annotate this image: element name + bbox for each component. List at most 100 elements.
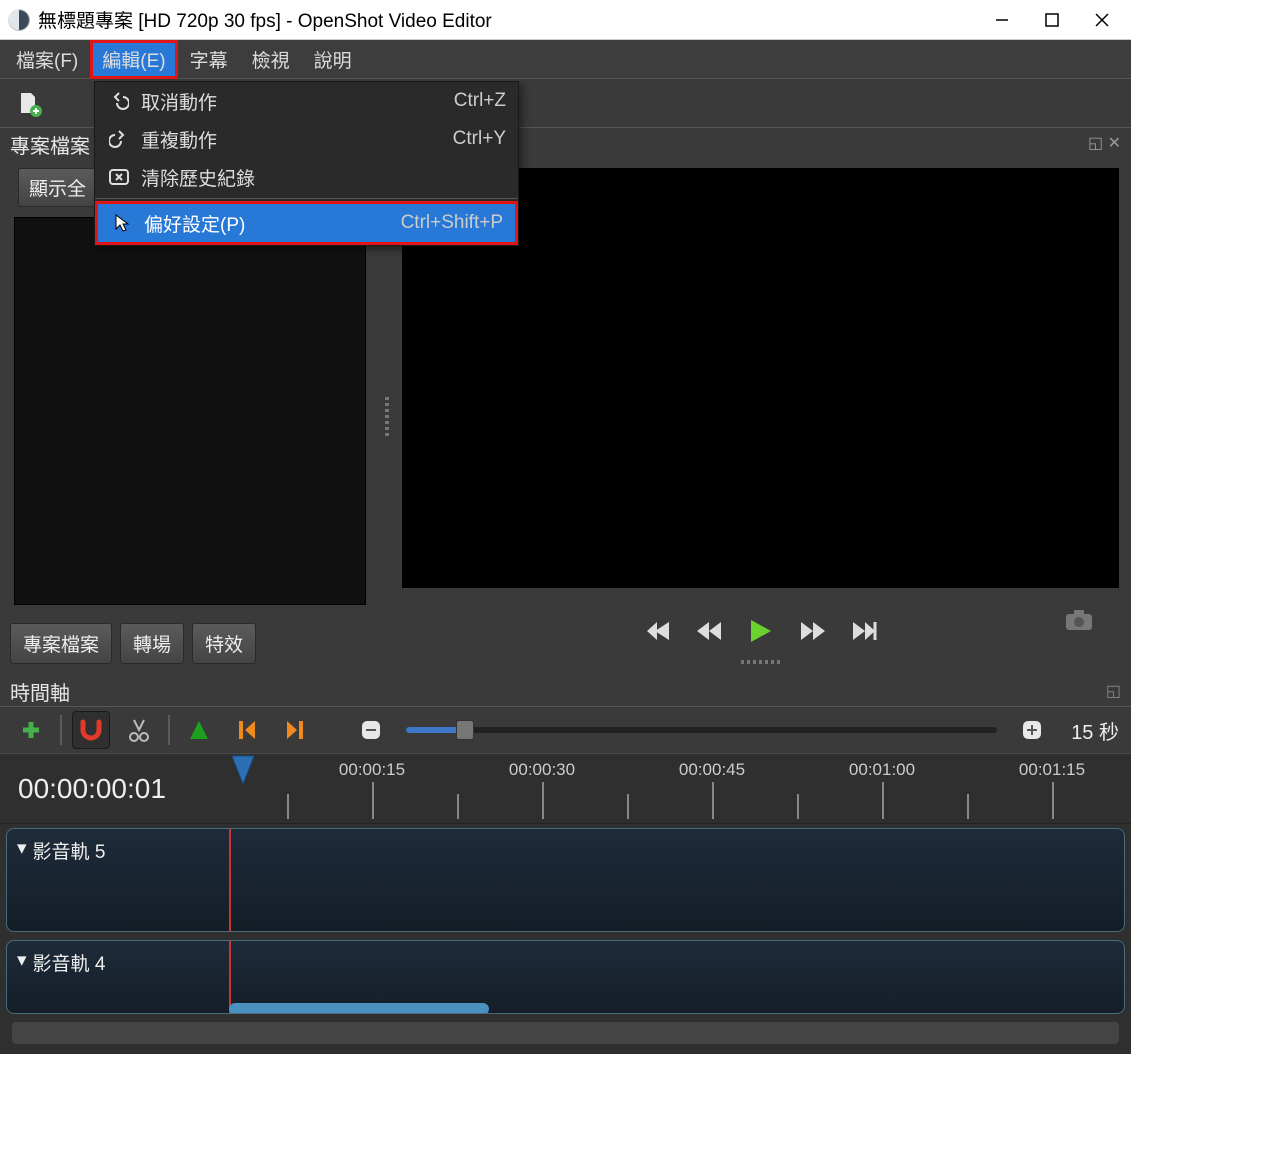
menu-undo[interactable]: 取消動作 Ctrl+Z: [95, 82, 518, 120]
minimize-button[interactable]: [977, 0, 1027, 40]
ruler-tick: [882, 782, 884, 819]
menu-redo-accel: Ctrl+Y: [453, 128, 506, 150]
playhead-line: [229, 940, 231, 1014]
timeline-header: 時間軸 ◱: [0, 676, 1131, 706]
maximize-button[interactable]: [1027, 0, 1077, 40]
ruler-tick: [797, 794, 799, 819]
track-body[interactable]: [221, 941, 1124, 1013]
new-project-icon[interactable]: [10, 84, 48, 122]
menu-preferences-label: 偏好設定(P): [144, 210, 401, 237]
tracks-container: ▾ 影音軌 5 ▾ 影音軌 4: [0, 824, 1131, 1054]
project-panel-title: 專案檔案: [0, 128, 100, 158]
undo-icon: [107, 91, 131, 111]
menu-redo[interactable]: 重複動作 Ctrl+Y: [95, 120, 518, 158]
forward-button[interactable]: [799, 620, 825, 642]
ruler-label: 00:00:30: [509, 760, 575, 780]
timeline-duration: 15 秒: [1071, 716, 1119, 745]
ruler-tick: [712, 782, 714, 819]
titlebar: 無標題專案 [HD 720p 30 fps] - OpenShot Video …: [0, 0, 1131, 40]
edit-dropdown: 取消動作 Ctrl+Z 重複動作 Ctrl+Y 清除歷史紀錄 偏好設定(P) C…: [94, 81, 519, 246]
tab-effects[interactable]: 特效: [192, 623, 256, 664]
timeline-scrollbar[interactable]: [12, 1022, 1119, 1044]
ruler-tick: [627, 794, 629, 819]
menu-caption[interactable]: 字幕: [178, 40, 240, 79]
menu-separator: [95, 198, 518, 199]
next-marker-button[interactable]: [276, 711, 314, 749]
ruler-tick: [457, 794, 459, 819]
ruler-label: 00:00:45: [679, 760, 745, 780]
scrollbar-thumb[interactable]: [12, 1022, 1119, 1044]
playhead-icon[interactable]: [230, 754, 256, 794]
razor-button[interactable]: [120, 711, 158, 749]
timeline-dock-icon[interactable]: ◱: [1106, 681, 1121, 701]
menu-clear-label: 清除歷史紀錄: [141, 164, 506, 191]
menu-undo-accel: Ctrl+Z: [454, 90, 506, 112]
menu-redo-label: 重複動作: [141, 126, 453, 153]
snap-button[interactable]: [72, 711, 110, 749]
chevron-down-icon: ▾: [17, 837, 27, 860]
toolbar-separator: [168, 715, 170, 745]
ruler-tick: [542, 782, 544, 819]
menu-help[interactable]: 說明: [302, 40, 364, 79]
horizontal-splitter[interactable]: [402, 656, 1119, 668]
app-window: 無標題專案 [HD 720p 30 fps] - OpenShot Video …: [0, 0, 1131, 1054]
play-button[interactable]: [749, 618, 773, 644]
clear-icon: [107, 169, 131, 185]
track-row[interactable]: ▾ 影音軌 5: [6, 828, 1125, 932]
prev-marker-button[interactable]: [228, 711, 266, 749]
timeline-clip[interactable]: [229, 1003, 489, 1014]
filter-button[interactable]: 顯示全: [18, 168, 97, 207]
rewind-button[interactable]: [697, 620, 723, 642]
close-button[interactable]: [1077, 0, 1127, 40]
ruler-tick: [287, 794, 289, 819]
track-body[interactable]: [221, 829, 1124, 931]
add-track-button[interactable]: [12, 711, 50, 749]
window-title: 無標題專案 [HD 720p 30 fps] - OpenShot Video …: [38, 6, 977, 33]
zoom-in-button[interactable]: [1013, 711, 1051, 749]
jump-end-button[interactable]: [851, 620, 877, 642]
menu-file[interactable]: 檔案(F): [4, 40, 90, 79]
menu-clear-history[interactable]: 清除歷史紀錄: [95, 158, 518, 196]
menu-preferences-accel: Ctrl+Shift+P: [401, 212, 503, 234]
zoom-out-button[interactable]: [352, 711, 390, 749]
ruler-label: 00:01:15: [1019, 760, 1085, 780]
cursor-icon: [110, 213, 134, 233]
zoom-slider-thumb[interactable]: [456, 720, 474, 740]
ruler[interactable]: 00:00:15 00:00:30 00:00:45 00:01:00 00:0…: [222, 754, 1131, 823]
timeline-title: 時間軸: [10, 677, 70, 706]
ruler-row: 00:00:00:01 00:00:15 00:00:30 00:00:45 0…: [0, 754, 1131, 824]
time-counter: 00:00:00:01: [0, 754, 222, 823]
jump-start-button[interactable]: [645, 620, 671, 642]
menu-view[interactable]: 檢視: [240, 40, 302, 79]
track-label: 影音軌 5: [33, 837, 106, 864]
tab-project-files[interactable]: 專案檔案: [10, 623, 112, 664]
playhead-line: [229, 828, 231, 932]
menu-preferences[interactable]: 偏好設定(P) Ctrl+Shift+P: [95, 201, 518, 245]
timeline-toolbar: 15 秒: [0, 706, 1131, 754]
track-header[interactable]: ▾ 影音軌 5: [7, 829, 221, 931]
menubar: 檔案(F) 編輯(E) 字幕 檢視 說明: [0, 40, 1131, 78]
tab-transitions[interactable]: 轉場: [120, 623, 184, 664]
chevron-down-icon: ▾: [17, 949, 27, 972]
toolbar-separator: [60, 715, 62, 745]
app-icon: [8, 9, 30, 31]
marker-button[interactable]: [180, 711, 218, 749]
ruler-tick: [1052, 782, 1054, 819]
ruler-label: 00:00:15: [339, 760, 405, 780]
track-label: 影音軌 4: [33, 949, 106, 976]
zoom-slider[interactable]: [406, 727, 997, 733]
transport-controls: [645, 606, 877, 656]
track-header[interactable]: ▾ 影音軌 4: [7, 941, 221, 1013]
ruler-label: 00:01:00: [849, 760, 915, 780]
track-row[interactable]: ▾ 影音軌 4: [6, 940, 1125, 1014]
timeline-section: 時間軸 ◱ 15 秒 00:00:00:01: [0, 676, 1131, 1054]
left-tabs: 專案檔案 轉場 特效: [0, 615, 380, 676]
menu-edit[interactable]: 編輯(E): [90, 40, 177, 79]
dock-controls-icon[interactable]: ◱ ✕: [1088, 133, 1121, 153]
ruler-tick: [372, 782, 374, 819]
menu-undo-label: 取消動作: [141, 88, 454, 115]
ruler-tick: [967, 794, 969, 819]
project-files-area[interactable]: [14, 217, 366, 605]
redo-icon: [107, 129, 131, 149]
snapshot-button[interactable]: [1065, 609, 1093, 636]
